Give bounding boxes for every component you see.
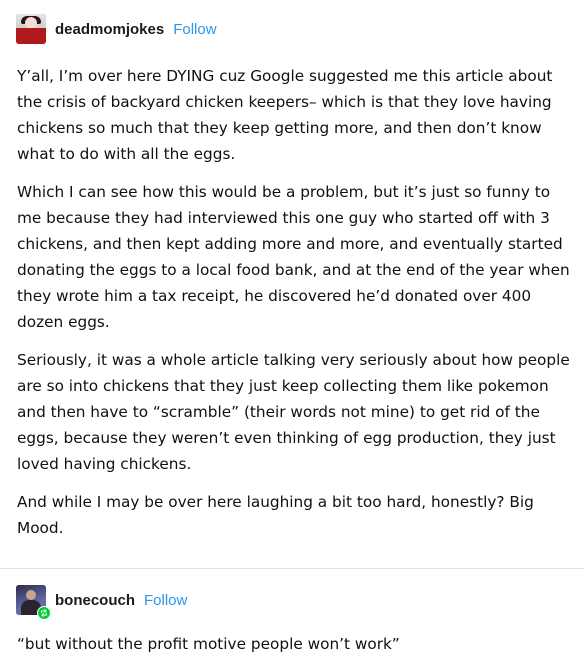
post-header: bonecouch Follow <box>16 585 187 620</box>
avatar-body <box>16 28 46 44</box>
avatar-head <box>26 590 36 600</box>
post-paragraph: Which I can see how this would be a prob… <box>17 183 570 331</box>
post-paragraph: And while I may be over here laughing a … <box>17 493 534 537</box>
follow-button[interactable]: Follow <box>144 592 187 609</box>
post-divider <box>0 568 584 569</box>
post-body: Y’all, I’m over here DYING cuz Google su… <box>17 63 572 553</box>
avatar[interactable] <box>16 585 51 620</box>
avatar[interactable] <box>16 14 46 44</box>
post-body: “but without the profit motive people wo… <box>17 631 572 669</box>
post-paragraph: “but without the profit motive people wo… <box>17 635 400 653</box>
username[interactable]: deadmomjokes <box>55 21 164 38</box>
follow-button[interactable]: Follow <box>173 21 216 38</box>
reblog-icon <box>37 606 51 620</box>
post-paragraph: Seriously, it was a whole article talkin… <box>17 351 570 473</box>
post-header: deadmomjokes Follow <box>16 14 217 44</box>
username[interactable]: bonecouch <box>55 592 135 609</box>
post-paragraph: Y’all, I’m over here DYING cuz Google su… <box>17 67 553 163</box>
reblog-arrows-icon <box>40 609 48 617</box>
